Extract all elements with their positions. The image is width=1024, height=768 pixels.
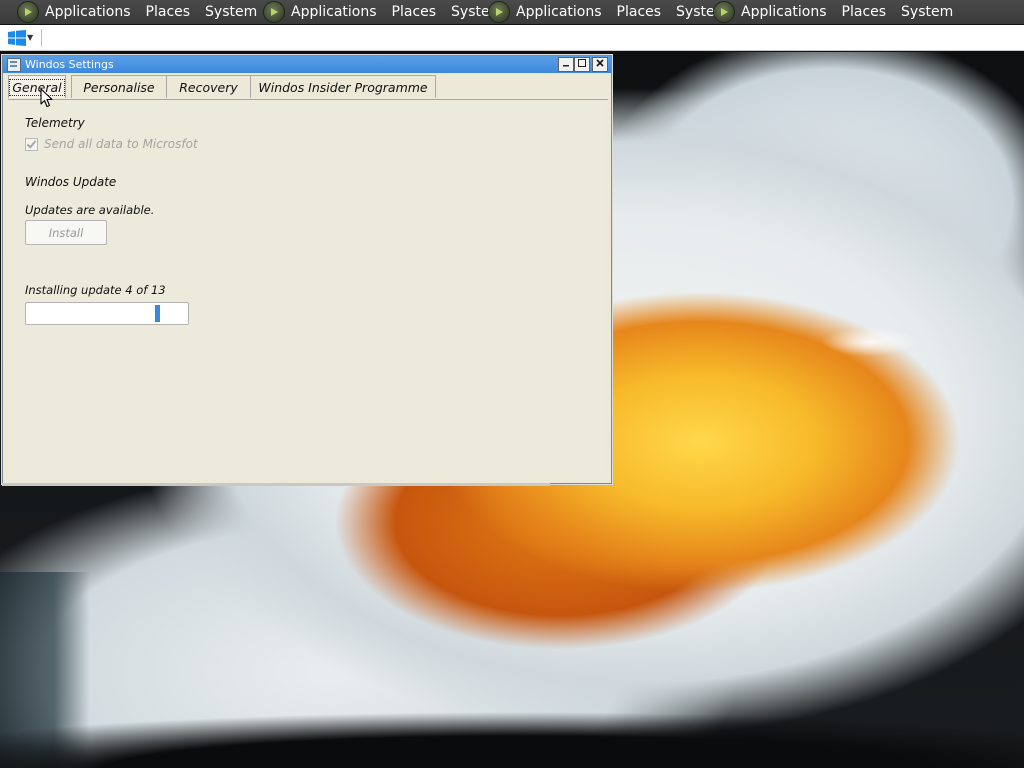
top-panel: Applications Places System Applications … <box>0 0 1024 24</box>
close-button[interactable] <box>592 57 608 72</box>
menu-group: Applications Places System <box>713 0 968 24</box>
taskbar: ▼ <box>0 25 1024 51</box>
tab-label: General <box>9 78 65 96</box>
window-shadow <box>2 483 550 486</box>
telemetry-heading: Telemetry <box>25 116 85 130</box>
mouse-cursor-icon <box>40 88 53 108</box>
applications-menu[interactable]: Applications <box>45 4 131 20</box>
tab-insider-programme[interactable]: Windos Insider Programme <box>250 75 436 98</box>
system-menu[interactable]: System <box>901 4 953 20</box>
tab-bar: General Personalise Recovery Windos Insi… <box>8 75 608 100</box>
progress-bar <box>25 302 189 325</box>
maximize-icon <box>578 59 586 67</box>
window-title: Windos Settings <box>25 58 114 71</box>
menu-group: Applications Places System <box>263 0 518 24</box>
telemetry-option: Send all data to Microsfot <box>25 137 198 151</box>
settings-window: Windos Settings General Personalise Reco… <box>2 55 612 484</box>
menu-group: Applications Places System <box>488 0 743 24</box>
places-menu[interactable]: Places <box>146 4 191 20</box>
places-menu[interactable]: Places <box>617 4 662 20</box>
windows-logo-icon <box>8 29 26 46</box>
telemetry-checkbox[interactable] <box>25 137 38 151</box>
chevron-down-icon: ▼ <box>27 33 34 42</box>
app-icon <box>7 58 21 72</box>
places-menu[interactable]: Places <box>842 4 887 20</box>
applications-menu[interactable]: Applications <box>741 4 827 20</box>
tab-label: Recovery <box>179 79 238 95</box>
maximize-button[interactable] <box>574 57 590 72</box>
tab-recovery[interactable]: Recovery <box>166 75 251 98</box>
install-button-label: Install <box>48 225 84 240</box>
gnome-foot-icon[interactable] <box>488 1 510 23</box>
gnome-foot-icon[interactable] <box>713 1 735 23</box>
start-button[interactable]: ▼ <box>8 28 38 47</box>
minimize-button[interactable] <box>558 57 574 72</box>
general-panel: Telemetry Send all data to Microsfot Win… <box>8 101 606 475</box>
update-status: Updates are available. <box>25 203 155 217</box>
menu-group: Applications Places System <box>17 0 272 24</box>
tab-general[interactable]: General <box>8 75 66 98</box>
applications-menu[interactable]: Applications <box>291 4 377 20</box>
progress-indicator <box>155 305 160 322</box>
tab-label: Windos Insider Programme <box>258 79 428 95</box>
system-menu[interactable]: System <box>205 4 257 20</box>
gnome-foot-icon[interactable] <box>17 1 39 23</box>
pan-edge-bottom <box>0 692 1024 768</box>
install-button[interactable]: Install <box>25 220 107 245</box>
update-heading: Windos Update <box>25 175 117 189</box>
minimize-icon <box>563 65 569 67</box>
tab-personalise[interactable]: Personalise <box>71 75 167 98</box>
gnome-foot-icon[interactable] <box>263 1 285 23</box>
places-menu[interactable]: Places <box>392 4 437 20</box>
progress-label: Installing update 4 of 13 <box>25 283 166 297</box>
divider <box>41 29 42 46</box>
close-icon <box>596 59 604 67</box>
applications-menu[interactable]: Applications <box>516 4 602 20</box>
telemetry-checkbox-label: Send all data to Microsfot <box>44 137 198 151</box>
tab-label: Personalise <box>83 79 155 95</box>
title-bar[interactable]: Windos Settings <box>3 56 611 73</box>
